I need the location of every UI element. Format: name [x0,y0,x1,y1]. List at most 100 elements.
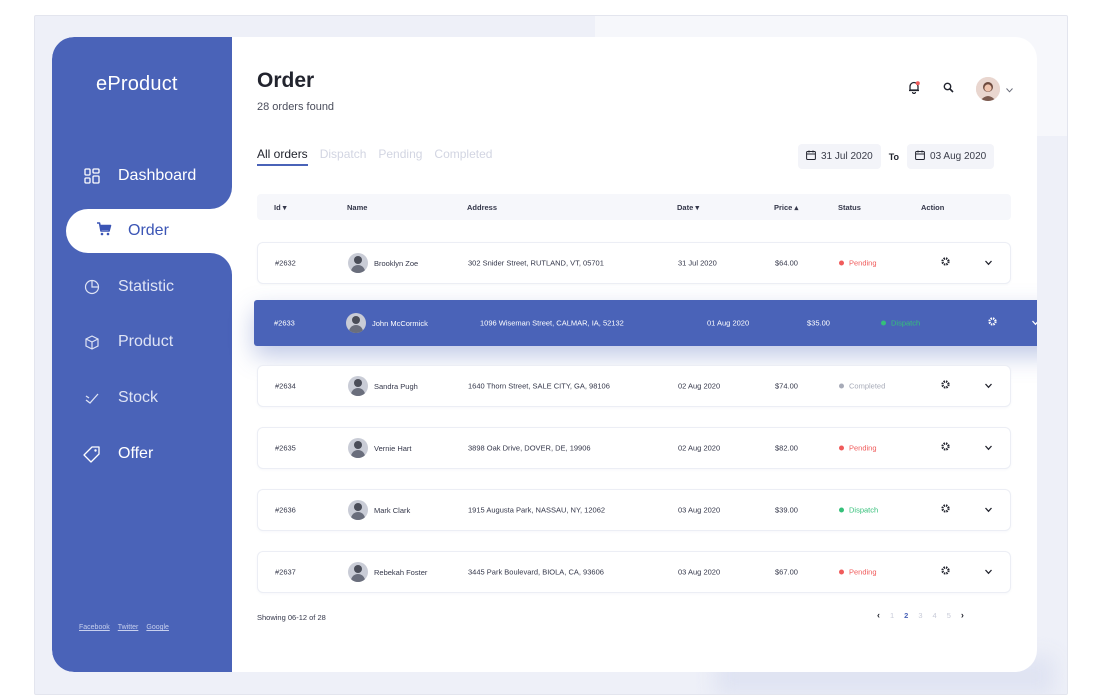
column-header-status: Status [838,203,861,212]
status-dot [839,445,844,451]
chevron-down-icon[interactable] [985,444,992,453]
order-id: #2634 [275,381,296,391]
search-icon[interactable] [943,80,954,98]
order-tabs: All orders Dispatch Pending Completed [257,147,492,166]
avatar [348,500,368,520]
app-card: eProduct Dashboard Statistic Product Sto… [52,37,1037,672]
tab-completed[interactable]: Completed [434,147,492,166]
google-link[interactable]: Google [146,624,169,631]
page-subtitle: 28 orders found [257,101,335,113]
table-row[interactable]: #2637 Rebekah Foster 3445 Park Boulevard, … [257,551,1011,593]
status-badge: Completed [839,382,885,391]
tab-dispatch[interactable]: Dispatch [320,147,367,166]
column-header-id[interactable]: Id ▾ [274,203,287,212]
customer-name: Brooklyn Zoe [374,258,419,268]
customer-name: Sandra Pugh [374,381,418,391]
order-address: 1915 Augusta Park, NASSAU, NY, 12062 [468,505,606,515]
main-content: Order 28 orders found All orders Dispatc… [254,37,1037,672]
order-date: 03 Aug 2020 [678,567,721,577]
sidebar-item-offer[interactable]: Offer [82,440,153,468]
date-to-label: To [888,151,900,162]
table-row[interactable]: #2635 Vernie Hart 3898 Oak Drive, DOVER, D… [257,427,1011,469]
gear-icon[interactable] [940,565,951,579]
calendar-icon [806,150,816,163]
date-to-value: 03 Aug 2020 [930,151,987,162]
customer-name: Vernie Hart [374,443,412,453]
status-dot [839,569,844,575]
page-button[interactable]: 5 [947,611,951,620]
status-badge: Pending [839,444,877,453]
table-row[interactable]: #2634 Sandra Pugh 1640 Thorn Street, SALE … [257,365,1011,407]
pagination: ‹ 1 2 3 4 5 › [877,610,964,620]
order-address: 1096 Wiseman Street, CALMAR, IA, 52132 [480,318,624,328]
column-header-price[interactable]: Price ▴ [774,203,798,212]
page-button[interactable]: 4 [933,611,937,620]
avatar [348,376,368,396]
avatar[interactable] [976,77,1000,101]
dashboard-icon [82,166,102,186]
gear-icon[interactable] [940,379,951,393]
status-dot [881,320,886,326]
date-range-filter: 31 Jul 2020 To 03 Aug 2020 [798,144,995,169]
status-dot [839,260,844,266]
sidebar-item-label: Statistic [118,278,175,295]
cart-icon [96,221,112,242]
sidebar-item-dashboard[interactable]: Dashboard [82,162,196,190]
gear-icon[interactable] [987,316,998,330]
next-page-button[interactable]: › [961,610,964,620]
page-title: Order [257,69,315,92]
page-button[interactable]: 3 [918,611,922,620]
sidebar-item-order[interactable]: Order [96,220,169,242]
sidebar-item-product[interactable]: Product [82,328,173,356]
status-label: Completed [849,381,886,391]
avatar [348,253,368,273]
gear-icon[interactable] [940,256,951,270]
order-price: $39.00 [775,505,798,515]
gear-icon[interactable] [940,503,951,517]
order-address: 302 Snider Street, RUTLAND, VT, 05701 [468,258,604,268]
page-button-current[interactable]: 2 [904,611,908,620]
chevron-down-icon[interactable] [985,259,992,268]
date-to-picker[interactable]: 03 Aug 2020 [907,144,995,169]
gear-icon[interactable] [940,441,951,455]
column-header-action: Action [921,203,945,212]
status-badge: Pending [839,568,877,577]
table-row-selected[interactable]: #2633 John McCormick 1096 Wiseman Street, … [254,300,1037,346]
table-row[interactable]: #2636 Mark Clark 1915 Augusta Park, NASSAU… [257,489,1011,531]
customer-cell: Mark Clark [348,500,410,520]
table-header: Id ▾ Name Address Date ▾ Price ▴ Status … [257,194,1011,220]
chevron-down-icon[interactable] [985,568,992,577]
bell-icon[interactable] [907,80,921,99]
table-row[interactable]: #2632 Brooklyn Zoe 302 Snider Street, RUTL… [257,242,1011,284]
sidebar-item-stock[interactable]: Stock [82,384,158,412]
date-from-value: 31 Jul 2020 [821,151,873,162]
user-menu[interactable] [976,77,1013,101]
order-price: $64.00 [775,258,798,268]
order-id: #2633 [274,318,295,328]
order-date: 03 Aug 2020 [678,505,721,515]
chevron-down-icon[interactable] [985,506,992,515]
date-from-picker[interactable]: 31 Jul 2020 [798,144,881,169]
tab-pending[interactable]: Pending [378,147,422,166]
order-address: 3898 Oak Drive, DOVER, DE, 19906 [468,443,591,453]
chevron-down-icon[interactable] [985,382,992,391]
twitter-link[interactable]: Twitter [118,624,139,631]
facebook-link[interactable]: Facebook [79,624,110,631]
order-price: $82.00 [775,443,798,453]
column-header-name: Name [347,203,368,212]
sidebar-item-statistic[interactable]: Statistic [82,273,174,301]
customer-name: Rebekah Foster [374,567,428,577]
header-actions [907,77,1013,101]
sidebar-item-label: Stock [118,389,159,406]
sidebar-item-label: Order [128,222,169,239]
prev-page-button[interactable]: ‹ [877,610,880,620]
showing-count: Showing 06-12 of 28 [257,613,326,622]
customer-name: Mark Clark [374,505,411,515]
pie-chart-icon [82,277,102,297]
tab-all-orders[interactable]: All orders [257,147,308,166]
order-address: 1640 Thorn Street, SALE CITY, GA, 98106 [468,381,610,391]
chevron-down-icon[interactable] [1006,80,1013,98]
column-header-date[interactable]: Date ▾ [677,203,699,212]
chevron-down-icon[interactable] [1032,319,1037,328]
page-button[interactable]: 1 [890,611,894,620]
